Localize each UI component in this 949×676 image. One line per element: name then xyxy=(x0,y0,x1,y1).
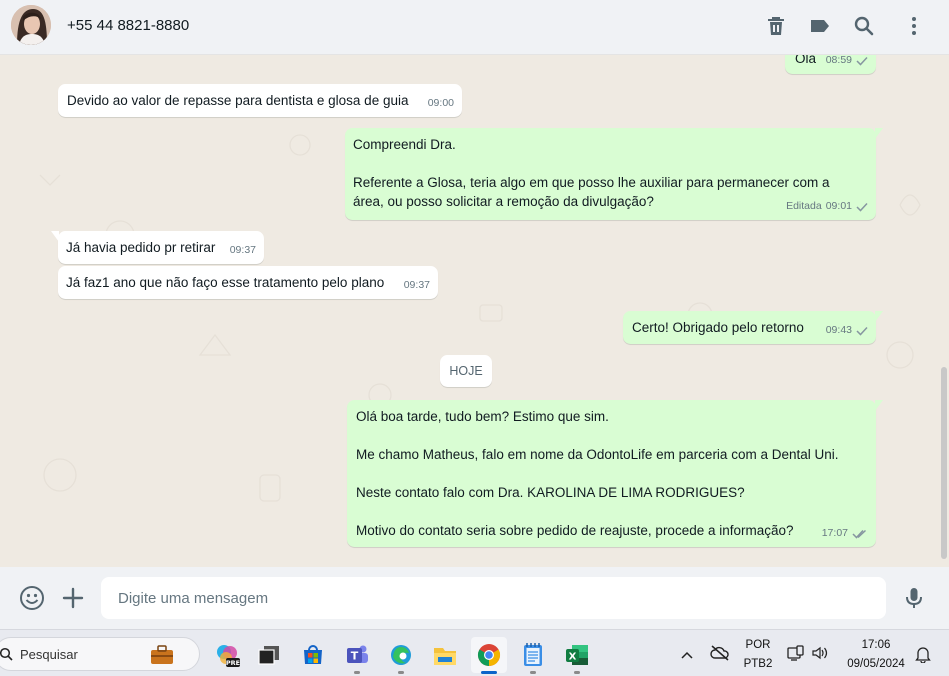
message-text: Já faz1 ano que não faço esse tratamento… xyxy=(66,275,385,290)
taskbar-app-excel[interactable]: X xyxy=(559,637,595,674)
input-language-indicator[interactable]: POR PTB2 xyxy=(740,636,776,674)
message-bubble-outgoing[interactable]: Compreendi Dra. Referente a Glosa, teria… xyxy=(345,128,883,220)
attach-plus-icon[interactable] xyxy=(60,585,86,611)
svg-text:T: T xyxy=(351,650,359,663)
bubble-tail xyxy=(875,400,883,411)
microphone-icon[interactable] xyxy=(901,585,927,611)
message-text: Olá xyxy=(795,55,817,66)
taskbar-app-notepad[interactable] xyxy=(515,637,551,674)
taskbar-app-copilot[interactable]: PRE xyxy=(209,637,245,673)
message-text: Devido ao valor de repasse para dentista… xyxy=(67,93,409,108)
message-time: 09:43 xyxy=(825,324,852,336)
sent-check-icon xyxy=(856,202,868,212)
emoji-icon[interactable] xyxy=(19,585,45,611)
menu-icon[interactable] xyxy=(902,14,926,38)
onedrive-offline-icon[interactable] xyxy=(710,645,730,666)
message-bubble-outgoing[interactable]: Olá 08:59 xyxy=(785,55,876,74)
keyboard-layout: PTB2 xyxy=(743,658,773,670)
notification-bell-icon[interactable] xyxy=(915,645,931,668)
message-meta: 09:37 xyxy=(404,276,430,295)
sent-check-icon xyxy=(856,326,868,336)
file-explorer-icon xyxy=(434,648,456,665)
message-bubble-incoming[interactable]: Devido ao valor de repasse para dentista… xyxy=(58,84,462,117)
message-text: Já havia pedido pr retirar xyxy=(66,240,216,255)
message-time: 17:07 xyxy=(821,527,848,539)
message-time: 09:01 xyxy=(825,200,852,212)
message-meta: 17:07 xyxy=(822,524,868,543)
message-meta: 08:59 xyxy=(826,55,868,70)
windows-taskbar: Pesquisar PRE T X POR PTB2 17:06 09/05/2… xyxy=(0,629,949,676)
chat-scrollbar[interactable] xyxy=(941,367,947,559)
delete-icon[interactable] xyxy=(764,14,788,38)
edge-icon xyxy=(391,645,411,665)
search-icon[interactable] xyxy=(852,14,876,38)
chat-area[interactable]: Olá 08:59 Devido ao valor de repasse par… xyxy=(0,55,949,567)
taskbar-app-store[interactable] xyxy=(295,637,331,673)
work-briefcase-icon xyxy=(151,645,173,664)
message-meta: 09:43 xyxy=(826,321,868,340)
chrome-icon xyxy=(478,644,500,666)
delivered-double-check-icon xyxy=(852,529,867,539)
taskbar-app-edge[interactable] xyxy=(383,637,419,674)
taskbar-search-label: Pesquisar xyxy=(20,647,78,662)
excel-icon: X xyxy=(566,645,588,665)
taskbar-app-chrome[interactable] xyxy=(471,637,507,674)
bubble-tail xyxy=(875,311,883,322)
running-indicator xyxy=(354,671,360,674)
label-icon[interactable] xyxy=(808,14,832,38)
svg-text:PRE: PRE xyxy=(226,659,240,667)
message-input[interactable] xyxy=(101,577,886,619)
message-text: Certo! Obrigado pelo retorno xyxy=(632,320,804,335)
message-text: Olá boa tarde, tudo bem? Estimo que sim.… xyxy=(356,409,839,538)
task-view-icon xyxy=(258,646,279,665)
clock-time: 17:06 xyxy=(861,639,891,651)
system-clock[interactable]: 17:06 09/05/2024 xyxy=(840,636,912,674)
sent-check-icon xyxy=(856,56,868,66)
message-meta: 09:00 xyxy=(428,94,454,113)
running-indicator xyxy=(530,671,536,674)
notepad-icon xyxy=(524,643,542,666)
message-bubble-outgoing[interactable]: Certo! Obrigado pelo retorno 09:43 xyxy=(623,311,883,344)
day-separator: HOJE xyxy=(440,355,492,387)
taskbar-app-teams[interactable]: T xyxy=(339,637,375,674)
taskbar-app-task-view[interactable] xyxy=(251,637,287,673)
show-hidden-icons-chevron-up-icon[interactable] xyxy=(680,647,694,665)
taskbar-search[interactable]: Pesquisar xyxy=(0,637,200,671)
taskbar-app-file-explorer[interactable] xyxy=(427,637,463,673)
microsoft-store-icon xyxy=(304,645,322,664)
network-icon[interactable] xyxy=(787,645,805,666)
bubble-tail xyxy=(51,231,59,242)
contact-name[interactable]: +55 44 8821-8880 xyxy=(67,17,189,34)
message-meta: 09:37 xyxy=(230,241,256,260)
running-indicator xyxy=(398,671,404,674)
teams-icon: T xyxy=(347,645,368,663)
edited-label: Editada xyxy=(786,200,822,212)
volume-icon[interactable] xyxy=(811,645,829,666)
message-bubble-incoming[interactable]: Já havia pedido pr retirar 09:37 xyxy=(51,231,264,264)
message-time: 08:59 xyxy=(825,55,852,66)
message-time: 09:37 xyxy=(229,244,256,256)
message-bubble-incoming[interactable]: Já faz1 ano que não faço esse tratamento… xyxy=(58,266,438,299)
language-code: POR xyxy=(745,639,771,651)
svg-text:X: X xyxy=(569,652,577,663)
message-time: 09:37 xyxy=(403,279,430,291)
message-time: 09:00 xyxy=(427,97,454,109)
clock-date: 09/05/2024 xyxy=(847,658,905,670)
search-icon xyxy=(0,647,13,661)
message-meta: Editada 09:01 xyxy=(786,197,868,216)
chat-header: +55 44 8821-8880 xyxy=(0,0,949,55)
running-indicator xyxy=(574,671,580,674)
message-bubble-outgoing[interactable]: Olá boa tarde, tudo bem? Estimo que sim.… xyxy=(347,400,883,547)
running-indicator xyxy=(481,671,497,674)
copilot-icon: PRE xyxy=(217,645,240,667)
bubble-tail xyxy=(875,128,883,139)
contact-avatar[interactable] xyxy=(11,5,51,45)
message-composer xyxy=(0,567,949,629)
